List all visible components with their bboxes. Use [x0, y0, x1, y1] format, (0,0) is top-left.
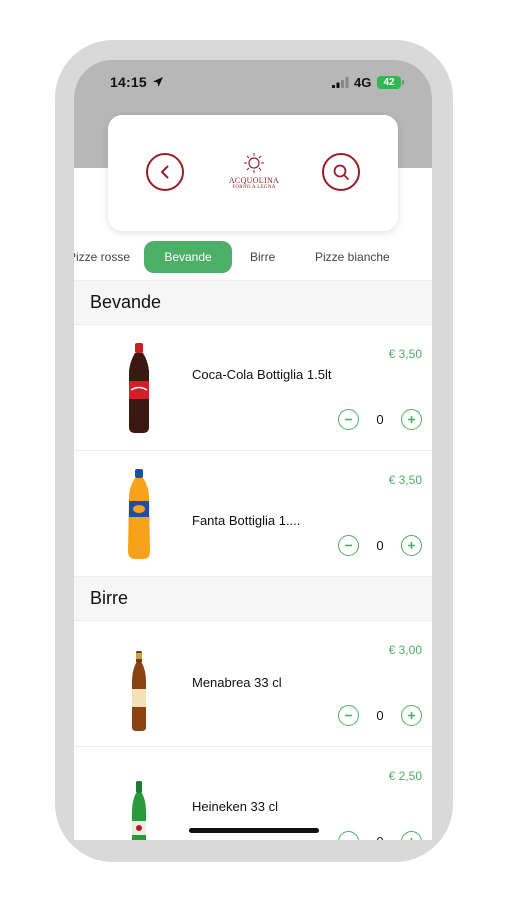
plus-icon [408, 542, 415, 549]
status-time: 14:15 [110, 74, 147, 90]
logo-emblem-icon [244, 153, 264, 173]
quantity-stepper: 0 [338, 831, 422, 840]
section-header-bevande: Bevande [74, 280, 432, 324]
restaurant-logo: ACQUOLINA FORNO A LEGNA [224, 151, 284, 197]
quantity-stepper: 0 [338, 705, 422, 727]
quantity-value: 0 [376, 412, 384, 427]
decrease-quantity-button[interactable] [338, 535, 359, 556]
product-name: Fanta Bottiglia 1.... [192, 513, 301, 528]
section-title: Bevande [90, 292, 162, 312]
product-item-menabrea[interactable]: Menabrea 33 cl € 3,00 0 [74, 620, 432, 746]
increase-quantity-button[interactable] [401, 705, 422, 726]
logo-subtext: FORNO A LEGNA [232, 185, 276, 190]
minus-icon [345, 544, 352, 547]
signal-icon [332, 77, 349, 88]
fanta-bottle-image [128, 469, 150, 559]
logo-text: ACQUOLINA [228, 176, 280, 185]
plus-icon [408, 416, 415, 423]
product-item-coca-cola[interactable]: Coca-Cola Bottiglia 1.5lt € 3,50 0 [74, 324, 432, 450]
quantity-value: 0 [376, 708, 384, 723]
increase-quantity-button[interactable] [401, 535, 422, 556]
tab-pizze-bianche[interactable]: Pizze bianche [315, 241, 415, 273]
quantity-stepper: 0 [338, 409, 422, 431]
home-indicator[interactable] [189, 828, 319, 833]
decrease-quantity-button[interactable] [338, 409, 359, 430]
product-price: € 3,00 [388, 643, 422, 657]
product-name: Menabrea 33 cl [192, 675, 282, 690]
tab-bevande[interactable]: Bevande [144, 241, 232, 273]
minus-icon [345, 714, 352, 717]
battery-indicator: 42 [377, 76, 401, 89]
brand-card: ACQUOLINA FORNO A LEGNA [108, 115, 398, 231]
quantity-value: 0 [373, 834, 387, 840]
location-arrow-icon [153, 77, 163, 87]
increase-quantity-button[interactable] [401, 409, 422, 430]
chevron-left-icon [161, 165, 169, 179]
plus-icon [410, 838, 413, 840]
product-price: € 2,50 [388, 769, 422, 783]
section-title: Birre [90, 588, 129, 608]
coca-cola-bottle-image [129, 343, 149, 433]
decrease-quantity-button[interactable] [338, 705, 359, 726]
quantity-stepper: 0 [338, 535, 422, 557]
product-price: € 3,50 [388, 473, 422, 487]
search-icon [333, 164, 349, 180]
status-bar: 14:15 4G 42 [74, 60, 432, 108]
tab-pizze-rosse[interactable]: Pizze rosse [74, 241, 130, 273]
tab-birre[interactable]: Birre [250, 241, 290, 273]
app-screen: 14:15 4G 42 ACQUOLINA FORNO A LEGNA Pizz… [74, 60, 432, 840]
category-tabs: Pizze rosse Bevande Birre Pizze bianche [74, 241, 432, 273]
quantity-value: 0 [376, 538, 384, 553]
increase-quantity-button[interactable] [401, 831, 422, 840]
back-button[interactable] [146, 153, 184, 191]
minus-icon [345, 418, 352, 421]
product-name: Heineken 33 cl [192, 799, 278, 814]
section-header-birre: Birre [74, 576, 432, 620]
network-type: 4G [354, 75, 372, 90]
search-button[interactable] [322, 153, 360, 191]
product-price: € 3,50 [388, 347, 422, 361]
heineken-bottle-image [132, 781, 146, 840]
minus-icon [343, 836, 354, 840]
product-item-heineken[interactable]: Heineken 33 cl € 2,50 0 [74, 746, 432, 840]
battery-cap [402, 80, 404, 85]
plus-icon [408, 712, 415, 719]
product-item-fanta[interactable]: Fanta Bottiglia 1.... € 3,50 0 [74, 450, 432, 576]
menabrea-bottle-image [132, 651, 146, 731]
decrease-quantity-button[interactable] [338, 831, 359, 840]
product-name: Coca-Cola Bottiglia 1.5lt [192, 367, 332, 382]
